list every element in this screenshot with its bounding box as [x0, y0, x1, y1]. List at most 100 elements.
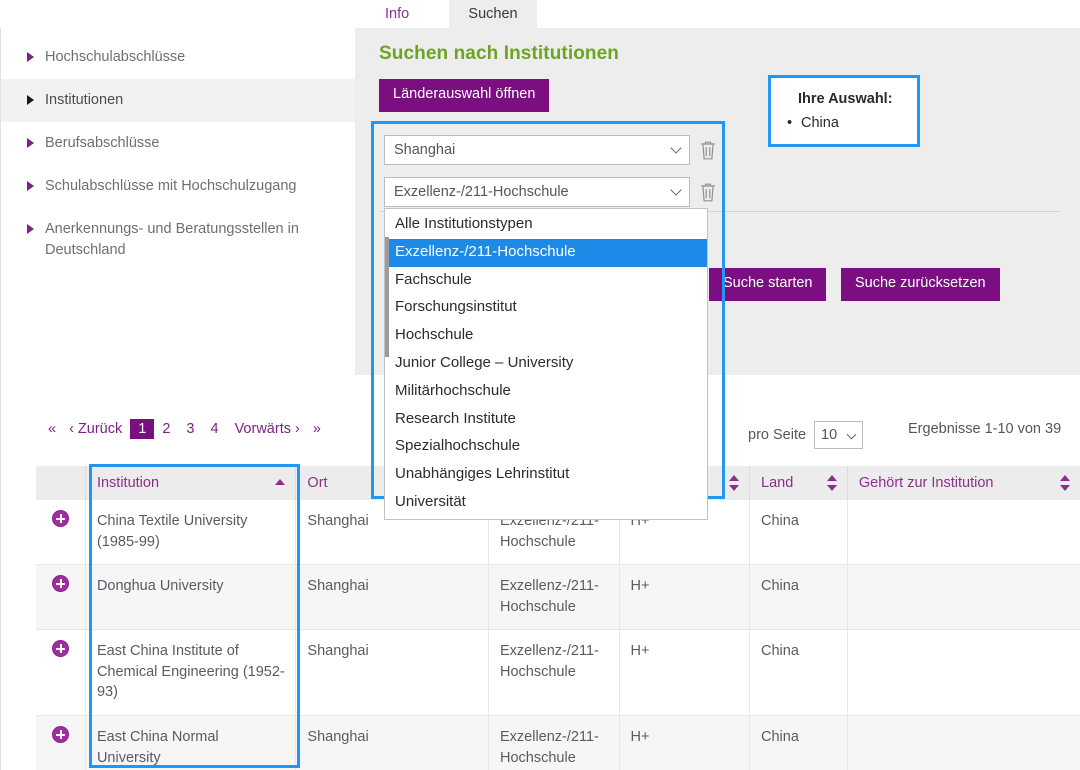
th-ort-label: Ort: [307, 475, 328, 491]
institution-type-dropdown-list[interactable]: Alle Institutionstypen Exzellenz-/211-Ho…: [384, 208, 708, 520]
page-title: Suchen nach Institutionen: [379, 43, 620, 64]
dropdown-option[interactable]: Universität: [385, 489, 707, 517]
plus-circle-icon[interactable]: [53, 641, 69, 657]
pagination-prev[interactable]: ‹ Zurück: [61, 419, 130, 439]
th-gehoert-label: Gehört zur Institution: [858, 475, 994, 491]
chevron-right-icon: [27, 224, 34, 235]
per-page-select[interactable]: 10: [814, 421, 864, 449]
plus-circle-icon[interactable]: [53, 576, 69, 592]
pagination-next[interactable]: Vorwärts ›: [227, 419, 308, 439]
pagination-page-4[interactable]: 4: [202, 419, 226, 439]
region-select[interactable]: Shanghai: [384, 135, 690, 165]
expand-cell[interactable]: [36, 715, 86, 770]
dropdown-option[interactable]: Alle Institutionstypen: [385, 211, 707, 239]
delete-region-filter-button[interactable]: [698, 138, 718, 162]
open-country-selection-button[interactable]: Länderauswahl öffnen: [379, 79, 550, 112]
sidebar-item-label: Schulabschlüsse mit Hochschulzugang: [45, 178, 297, 195]
plus-circle-icon[interactable]: [53, 511, 69, 526]
cell-gehoert: [847, 629, 1080, 717]
th-land-label: Land: [761, 475, 794, 491]
dropdown-option[interactable]: Spezialhochschule: [385, 433, 707, 461]
institution-type-select-value: Exzellenz-/211-Hochschule: [394, 184, 569, 200]
plus-circle-icon[interactable]: [53, 727, 69, 743]
your-selection-item: • China: [787, 115, 839, 131]
per-page-value: 10: [821, 427, 838, 443]
cell-institutionstyp: Exzellenz-/211-Hochschule: [488, 564, 620, 631]
your-selection-title: Ihre Auswahl:: [798, 91, 893, 107]
dropdown-option[interactable]: Hochschule: [385, 322, 707, 350]
dropdown-scrollbar[interactable]: [385, 237, 389, 357]
pagination-page-1[interactable]: 1: [130, 419, 155, 439]
cell-land: China: [749, 500, 848, 566]
chevron-down-icon: [670, 142, 682, 154]
cell-status: H+: [619, 629, 750, 717]
delete-type-filter-button[interactable]: [698, 180, 718, 204]
chevron-right-icon: [27, 95, 34, 106]
th-institution[interactable]: Institution: [85, 466, 297, 500]
cell-gehoert: [847, 564, 1080, 631]
pagination-first[interactable]: «: [43, 419, 61, 439]
chevron-right-icon: [27, 181, 34, 192]
sidebar-item-institutionen[interactable]: Institutionen: [1, 79, 355, 123]
dropdown-option[interactable]: Forschungsinstitut: [385, 294, 707, 322]
cell-institution: China Textile University (1985-99): [85, 500, 297, 566]
dropdown-option[interactable]: Militärhochschule: [385, 378, 707, 406]
table-row: East China Institute of Chemical Enginee…: [36, 629, 1080, 717]
region-select-value: Shanghai: [394, 142, 456, 158]
dropdown-option[interactable]: Fachschule: [385, 267, 707, 295]
cell-institutionstyp: Exzellenz-/211-Hochschule: [488, 715, 620, 770]
th-gehoert-zur-institution[interactable]: Gehört zur Institution: [847, 466, 1080, 500]
tab-bar: Info Suchen: [0, 0, 1080, 28]
th-expand: [36, 466, 86, 500]
sidebar-item-berufsabschluesse[interactable]: Berufsabschlüsse: [1, 122, 355, 165]
tab-info-label: Info: [385, 6, 410, 22]
cell-ort: Shanghai: [295, 715, 489, 770]
sidebar-item-schulabschluesse[interactable]: Schulabschlüsse mit Hochschulzugang: [1, 165, 355, 208]
expand-cell[interactable]: [36, 564, 86, 631]
expand-cell[interactable]: [36, 629, 86, 717]
cell-institution: East China Normal University: [85, 715, 297, 770]
dropdown-option[interactable]: Junior College – University: [385, 350, 707, 378]
cell-land: China: [749, 629, 848, 717]
cell-ort: Shanghai: [295, 629, 489, 717]
institution-type-select[interactable]: Exzellenz-/211-Hochschule: [384, 177, 690, 207]
your-selection-box: Ihre Auswahl: • China: [768, 75, 920, 147]
pagination-page-3[interactable]: 3: [178, 419, 202, 439]
chevron-down-icon: [846, 429, 857, 440]
filter-selection-outline: Shanghai Exzellenz-/211-Hochschule Alle …: [371, 121, 725, 520]
dropdown-option-selected[interactable]: Exzellenz-/211-Hochschule: [385, 238, 707, 267]
type-filter-row: Exzellenz-/211-Hochschule: [384, 177, 715, 207]
your-selection-item-label: China: [801, 115, 839, 131]
chevron-right-icon: [27, 138, 34, 149]
cell-gehoert: [847, 500, 1080, 566]
tab-info[interactable]: Info: [371, 0, 424, 28]
chevron-right-icon: [27, 52, 34, 62]
tab-suchen[interactable]: Suchen: [449, 0, 537, 28]
sort-toggle-icon[interactable]: [729, 475, 739, 491]
sort-ascending-icon[interactable]: [275, 479, 286, 485]
sidebar-item-anerkennungsstellen[interactable]: Anerkennungs- und Beratungsstellen in De…: [1, 208, 331, 272]
bullet-icon: •: [787, 115, 793, 131]
dropdown-option[interactable]: Unabhängiges Lehrinstitut: [385, 461, 707, 489]
cell-institutionstyp: Exzellenz-/211-Hochschule: [488, 629, 620, 717]
pagination-last[interactable]: »: [308, 419, 326, 439]
sidebar-item-hochschulabschluesse[interactable]: Hochschulabschlüsse: [1, 36, 355, 79]
results-table-body: China Textile University (1985-99) Shang…: [36, 500, 1080, 770]
cell-status: H+: [619, 715, 750, 770]
cell-gehoert: [847, 715, 1080, 770]
sort-toggle-icon[interactable]: [826, 475, 837, 491]
region-filter-row: Shanghai: [384, 135, 715, 165]
page-root: Info Suchen Hochschulabschlüsse Institut…: [0, 0, 1080, 770]
cell-land: China: [749, 564, 848, 631]
sort-toggle-icon[interactable]: [1060, 475, 1070, 491]
th-land[interactable]: Land: [749, 466, 848, 500]
sidebar-item-label: Anerkennungs- und Beratungsstellen in De…: [45, 221, 299, 259]
start-search-button[interactable]: Suche starten: [709, 268, 827, 301]
expand-cell[interactable]: [36, 500, 86, 566]
reset-search-button[interactable]: Suche zurücksetzen: [841, 268, 1000, 301]
dropdown-option[interactable]: Research Institute: [385, 406, 707, 434]
search-panel: Suchen nach Institutionen Länderauswahl …: [355, 28, 1080, 520]
sidebar-item-label: Institutionen: [45, 92, 124, 109]
cell-ort: Shanghai: [295, 564, 489, 631]
pagination-page-2[interactable]: 2: [154, 419, 178, 439]
